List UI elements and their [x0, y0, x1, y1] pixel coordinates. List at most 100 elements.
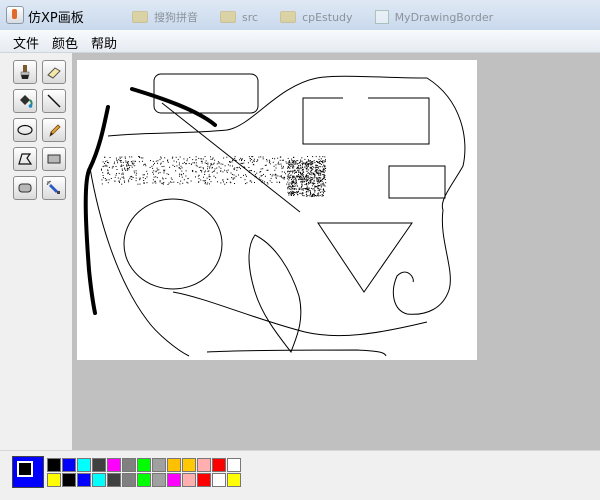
fill-tool-button[interactable]	[13, 89, 37, 113]
color-swatch[interactable]	[197, 458, 211, 472]
menu-file[interactable]: 文件	[13, 33, 39, 52]
spray-dot	[200, 160, 202, 162]
spray-dot	[208, 176, 210, 178]
color-swatch[interactable]	[62, 458, 76, 472]
spray-dot	[294, 185, 296, 187]
color-swatch[interactable]	[77, 473, 91, 487]
rectangle-tool-button[interactable]	[42, 147, 66, 171]
color-swatch[interactable]	[227, 473, 241, 487]
spray-dot	[155, 176, 157, 178]
color-swatch[interactable]	[77, 458, 91, 472]
color-swatch[interactable]	[107, 473, 121, 487]
spray-dot	[301, 167, 303, 169]
color-swatch[interactable]	[182, 458, 196, 472]
menu-color[interactable]: 颜色	[52, 33, 78, 52]
current-color-indicator[interactable]	[12, 456, 44, 488]
title-bar[interactable]: 仿XP画板 搜狗拼音 src cpEstudy MyDrawingBorder	[0, 0, 600, 31]
spray-dot	[313, 188, 315, 190]
color-swatch[interactable]	[122, 473, 136, 487]
color-swatch[interactable]	[92, 458, 106, 472]
color-swatch[interactable]	[197, 473, 211, 487]
rounded-rect-tool-button[interactable]	[13, 176, 37, 200]
color-swatch[interactable]	[182, 473, 196, 487]
spray-dot	[291, 158, 293, 160]
color-swatch[interactable]	[167, 458, 181, 472]
spray-dot	[251, 181, 253, 183]
color-swatch[interactable]	[107, 458, 121, 472]
spray-dot	[241, 160, 242, 161]
color-swatch[interactable]	[167, 473, 181, 487]
color-swatch[interactable]	[137, 458, 151, 472]
spray-dot	[179, 175, 180, 177]
spray-dot	[201, 170, 203, 172]
color-swatch[interactable]	[137, 473, 151, 487]
spray-dot	[321, 179, 323, 180]
spray-dot	[195, 171, 197, 173]
spray-dot	[246, 175, 247, 177]
spray-dot	[293, 163, 295, 165]
color-swatch[interactable]	[212, 458, 226, 472]
spray-dot	[272, 174, 274, 176]
spray-dot	[129, 166, 130, 168]
drawing-canvas[interactable]	[77, 60, 477, 360]
polygon-tool-button[interactable]	[13, 147, 37, 171]
spray-dot	[314, 176, 316, 178]
spray-dot	[212, 157, 214, 159]
spray-dot	[127, 161, 129, 163]
pencil-tool-button[interactable]	[42, 118, 66, 142]
spray-dot	[159, 180, 161, 182]
spray-dot	[220, 182, 222, 184]
spray-dot	[321, 195, 323, 197]
spray-dot	[167, 159, 169, 161]
color-swatch[interactable]	[152, 458, 166, 472]
spray-dot	[114, 180, 116, 182]
spray-dot	[247, 162, 249, 164]
spray-dot	[183, 161, 185, 163]
spray-dot	[167, 184, 169, 185]
line-tool-button[interactable]	[42, 89, 66, 113]
spray-dot	[320, 164, 322, 165]
spray-dot	[321, 179, 323, 181]
color-swatch[interactable]	[62, 473, 76, 487]
spray-dot	[118, 159, 120, 161]
spray-dot	[251, 156, 253, 158]
spray-dot	[317, 192, 319, 194]
spray-dot	[306, 185, 308, 187]
spray-dot	[304, 181, 305, 183]
spray-dot	[303, 195, 305, 197]
spray-dot	[302, 163, 303, 165]
spray-dot	[178, 167, 180, 168]
rounded-rect-icon	[18, 183, 32, 193]
spray-dot	[308, 165, 309, 167]
eraser-tool-button[interactable]	[42, 60, 66, 84]
color-swatch[interactable]	[227, 458, 241, 472]
color-swatch[interactable]	[47, 458, 61, 472]
spray-dot	[175, 156, 177, 158]
spray-dot	[301, 182, 303, 184]
color-swatch[interactable]	[212, 473, 226, 487]
spray-dot	[264, 165, 266, 166]
spray-dot	[101, 183, 103, 185]
spray-dot	[240, 177, 242, 178]
airbrush-tool-button[interactable]	[42, 176, 66, 200]
spray-dot	[310, 171, 312, 173]
spray-dot	[312, 195, 314, 197]
color-swatch[interactable]	[47, 473, 61, 487]
spray-dot	[261, 174, 263, 176]
spray-dot	[233, 169, 235, 171]
color-swatch[interactable]	[152, 473, 166, 487]
spray-dot	[109, 157, 111, 158]
color-swatch[interactable]	[122, 458, 136, 472]
color-swatch[interactable]	[92, 473, 106, 487]
spray-dot	[293, 176, 295, 178]
ellipse-tool-button[interactable]	[13, 118, 37, 142]
spray-dot	[319, 172, 321, 174]
spray-dot	[292, 185, 294, 187]
spray-dot	[322, 178, 324, 180]
spray-dot	[140, 157, 142, 159]
menu-help[interactable]: 帮助	[91, 33, 117, 52]
spray-dot	[288, 184, 290, 186]
brush-tool-button[interactable]	[13, 60, 37, 84]
spray-dot	[128, 181, 130, 183]
spray-dot	[155, 182, 157, 184]
